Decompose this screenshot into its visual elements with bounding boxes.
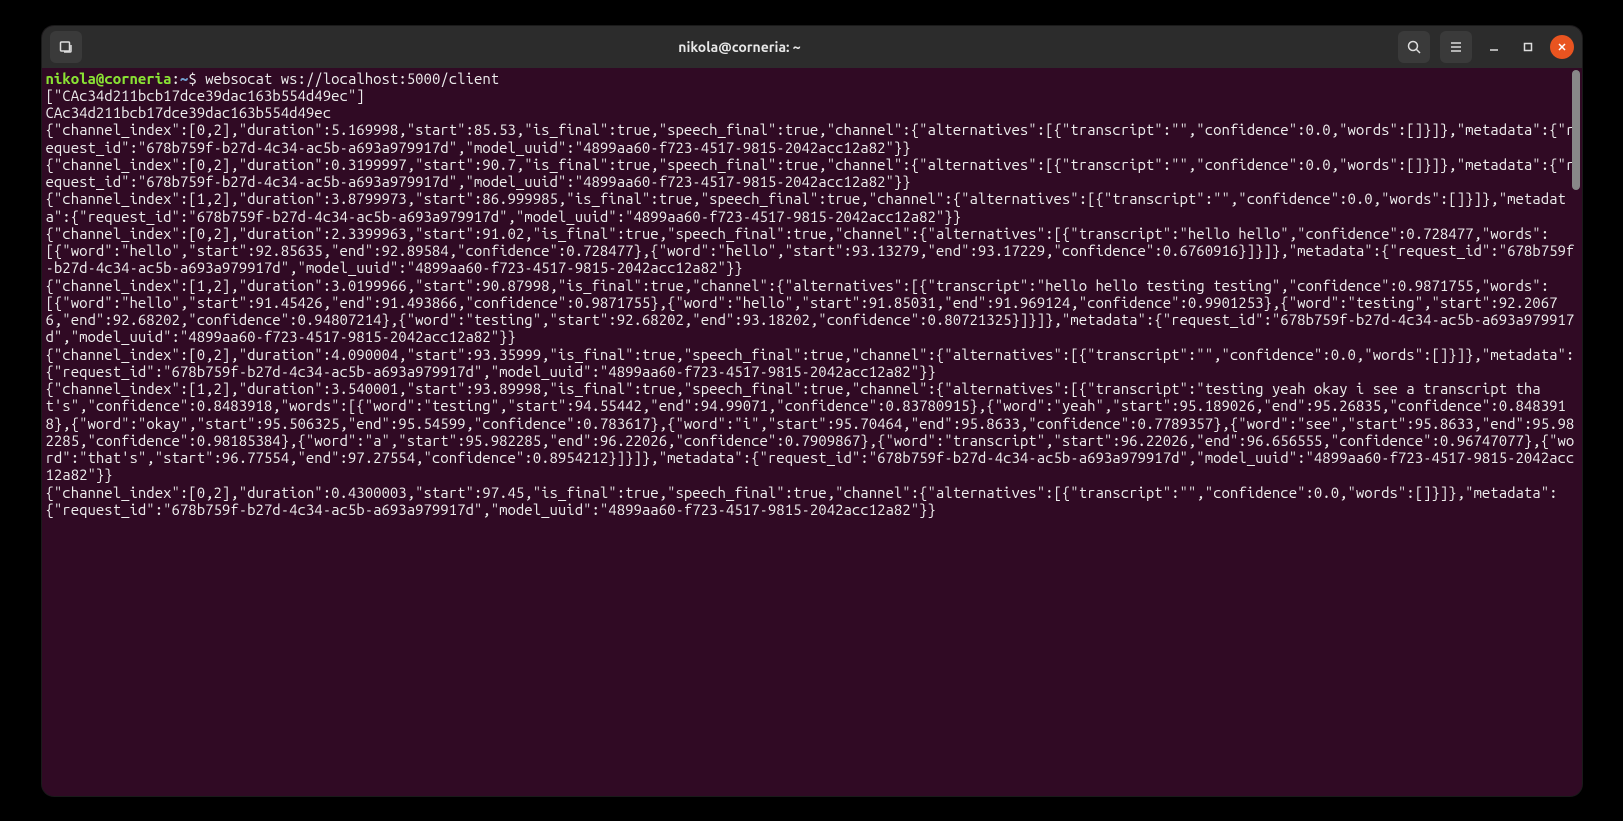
close-icon <box>1557 42 1567 52</box>
terminal-window: nikola@corneria: ~ <box>42 26 1582 796</box>
titlebar: nikola@corneria: ~ <box>42 26 1582 68</box>
terminal-output: nikola@corneria:~$ websocat ws://localho… <box>46 70 1578 519</box>
hamburger-icon <box>1448 39 1464 55</box>
maximize-button[interactable] <box>1516 35 1540 59</box>
scrollbar-thumb[interactable] <box>1572 70 1580 190</box>
close-button[interactable] <box>1550 35 1574 59</box>
window-title: nikola@corneria: ~ <box>82 39 1398 55</box>
search-icon <box>1406 39 1422 55</box>
new-tab-button[interactable] <box>50 31 82 63</box>
new-tab-icon <box>58 39 74 55</box>
minimize-button[interactable] <box>1482 35 1506 59</box>
minimize-icon <box>1488 41 1500 53</box>
terminal-body[interactable]: nikola@corneria:~$ websocat ws://localho… <box>42 68 1582 796</box>
search-button[interactable] <box>1398 31 1430 63</box>
maximize-icon <box>1522 41 1534 53</box>
menu-button[interactable] <box>1440 31 1472 63</box>
